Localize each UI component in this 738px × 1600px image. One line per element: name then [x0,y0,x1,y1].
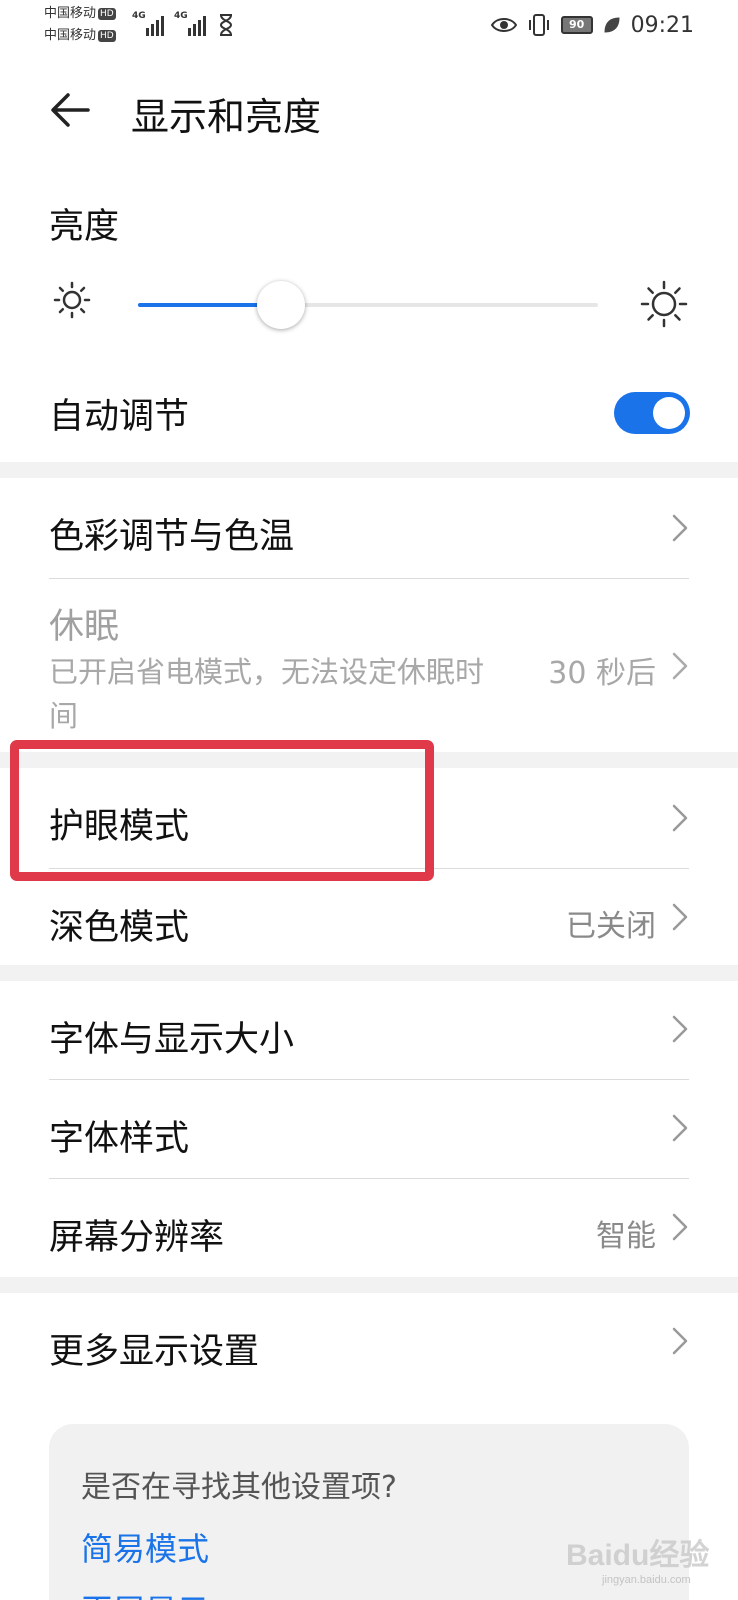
baidu-watermark: Baidu经验 [566,1539,710,1572]
row-resolution[interactable]: 屏幕分辨率 智能 [0,1179,738,1277]
leaf-icon [604,17,620,33]
highlight-annotation-box [10,740,434,881]
toggle-knob [653,397,685,429]
row-label: 字体样式 [49,1119,190,1159]
sleep-value: 30 秒后 [548,656,656,691]
back-button[interactable] [40,84,100,136]
row-more-display-settings[interactable]: 更多显示设置 [0,1293,738,1393]
row-label: 屏幕分辨率 [49,1218,225,1258]
brightness-slider-thumb[interactable] [256,281,305,329]
carrier-1-label: 中国移动 [44,6,97,21]
chevron-right-icon [672,1213,688,1241]
network-type-2: 4G [174,11,188,21]
section-gap [0,462,738,478]
row-color-temperature[interactable]: 色彩调节与色温 [0,478,738,578]
hd-badge: HD [98,8,116,20]
row-dark-mode[interactable]: 深色模式 已关闭 [0,869,738,965]
signal-icon: 4G [174,11,210,36]
suggestion-link-aod[interactable]: 灭屏显示 [81,1586,209,1600]
carrier-2: 中国移动 HD [44,28,116,44]
hourglass-icon [219,14,233,36]
row-label: 更多显示设置 [49,1332,260,1372]
vibrate-icon [528,14,549,36]
row-label: 深色模式 [49,908,190,948]
suggestion-link-simple-mode[interactable]: 简易模式 [81,1524,209,1570]
baidu-watermark-url: jingyan.baidu.com [602,1574,691,1586]
auto-brightness-label: 自动调节 [49,397,190,437]
row-label: 色彩调节与色温 [49,517,295,557]
network-type-1: 4G [132,11,146,21]
battery-icon: 90 [560,16,593,34]
chevron-right-icon [672,1015,688,1043]
row-value: 已关闭 [566,909,656,944]
back-arrow-icon [51,93,90,127]
eye-icon [490,18,517,32]
status-right: 90 09:21 [490,10,694,40]
row-font-size[interactable]: 字体与显示大小 [0,981,738,1079]
row-font-style[interactable]: 字体样式 [0,1080,738,1178]
hd-badge: HD [98,30,116,42]
sleep-description: 已开启省电模式，无法设定休眠时间 [49,655,485,733]
status-bar: 中国移动 HD 中国移动 HD 4G 4G 90 09:21 [0,0,738,52]
chevron-right-icon [672,804,688,832]
page-title: 显示和亮度 [131,95,322,139]
chevron-right-icon [672,514,688,542]
row-label: 字体与显示大小 [49,1020,295,1060]
brightness-label: 亮度 [49,207,120,247]
auto-brightness-toggle[interactable] [614,392,690,434]
brightness-high-icon [640,280,688,328]
suggestion-title: 是否在寻找其他设置项? [81,1470,397,1505]
section-gap [0,1277,738,1293]
carrier-2-label: 中国移动 [44,28,97,43]
brightness-slider[interactable] [138,281,598,329]
signal-icon: 4G [132,11,168,36]
chevron-right-icon [672,652,688,680]
brightness-low-icon [53,281,91,319]
header: 显示和亮度 [0,70,738,150]
row-value: 智能 [596,1219,656,1254]
sleep-title: 休眠 [49,607,120,647]
clock: 09:21 [630,12,694,38]
chevron-right-icon [672,1114,688,1142]
chevron-right-icon [672,903,688,931]
carrier-1: 中国移动 HD [44,6,116,22]
section-gap [0,965,738,981]
chevron-right-icon [672,1327,688,1355]
